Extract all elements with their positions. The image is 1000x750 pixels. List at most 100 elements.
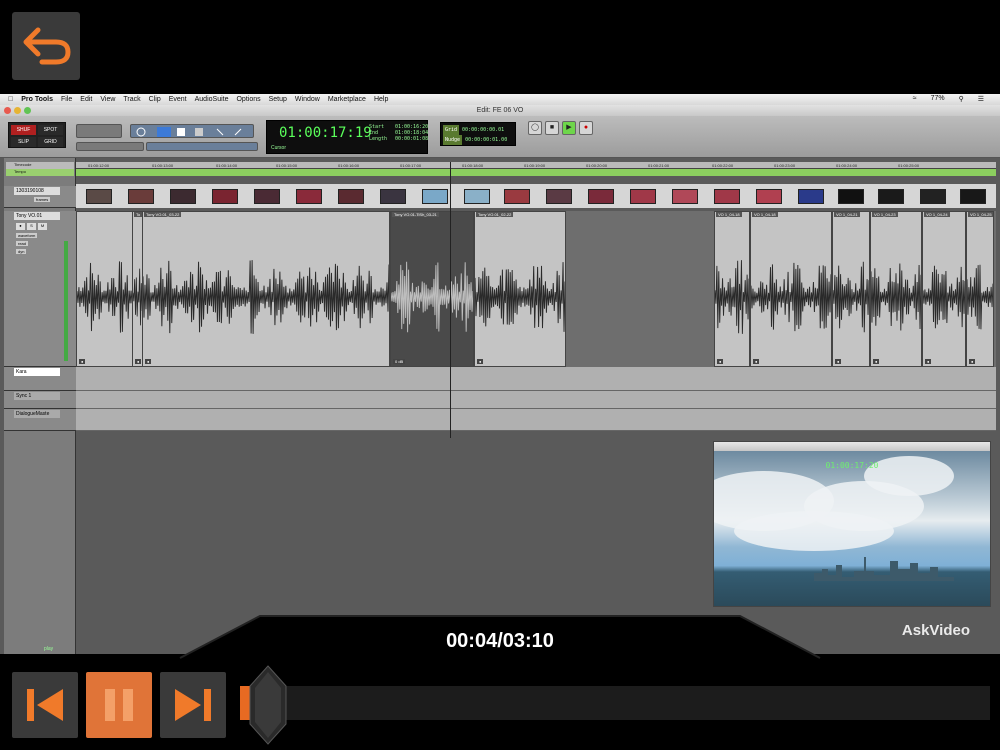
video-window-titlebar[interactable] [714, 442, 990, 451]
mode-grid[interactable]: GRID [38, 137, 63, 147]
grid-value[interactable]: 00:00:00:00.01 [462, 127, 504, 133]
record-button[interactable]: ● [579, 121, 593, 135]
record-enable-icon[interactable]: ● [16, 223, 25, 230]
audio-clip[interactable]: ● [76, 211, 134, 367]
menu-marketplace[interactable]: Marketplace [328, 96, 366, 103]
solo-button[interactable]: S [27, 223, 36, 230]
battery-level[interactable]: 77% [931, 95, 945, 103]
mode-shuffle[interactable]: SHUF [11, 125, 36, 135]
audio-clip[interactable]: VO 1_04-23 ● [870, 211, 922, 367]
audio-track-name[interactable]: Tony VO.01 [14, 212, 60, 220]
menu-event[interactable]: Event [169, 96, 187, 103]
timecode-ruler[interactable]: 01:00:12:00 01:00:13:00 01:00:14:00 01:0… [76, 162, 996, 169]
back-button[interactable] [12, 12, 80, 80]
apple-icon[interactable]:  [8, 96, 13, 103]
audio-clip[interactable]: VO 1_04-24 ● [922, 211, 966, 367]
menu-options[interactable]: Options [236, 96, 260, 103]
wifi-icon[interactable]: ≈ [913, 95, 917, 103]
list-icon[interactable]: ☰ [978, 95, 984, 103]
playback-time: 00:04/03:10 [446, 630, 554, 652]
ruler-tick: 01:00:20:00 [586, 163, 608, 168]
ruler-tick: 01:00:19:00 [524, 163, 546, 168]
video-track-header[interactable]: 1303190108 frames [4, 186, 76, 208]
zoom-presets[interactable] [76, 142, 144, 151]
video-track-name[interactable]: 1303190108 [14, 187, 60, 195]
menu-track[interactable]: Track [123, 96, 140, 103]
tempo-ruler[interactable] [76, 169, 996, 176]
clip-gain[interactable]: ● [873, 359, 880, 364]
dynamics-selector[interactable]: dyn [16, 249, 27, 254]
spotlight-icon[interactable]: ⚲ [959, 95, 964, 103]
track-view-selector[interactable]: waveform [16, 233, 38, 238]
zoom-controls[interactable] [76, 124, 122, 138]
dialogue-track[interactable] [76, 409, 996, 431]
counter-label: Cursor [271, 145, 287, 151]
menu-view[interactable]: View [100, 96, 115, 103]
mute-button[interactable]: M [38, 223, 47, 230]
clip-gain[interactable]: ● [925, 359, 932, 364]
pause-button[interactable] [86, 672, 152, 738]
video-track[interactable] [76, 184, 996, 208]
grid-label[interactable]: Grid [443, 125, 460, 135]
playhead-cursor[interactable] [450, 162, 451, 438]
sync-track-name[interactable]: Sync 1 [14, 392, 60, 400]
audio-clip[interactable]: VO 1_04-18 ● [714, 211, 750, 367]
menu-app[interactable]: Pro Tools [21, 96, 53, 103]
clip-gain[interactable]: ● [753, 359, 760, 364]
audio-clip[interactable]: VO 1_04-18 ● [750, 211, 832, 367]
menu-help[interactable]: Help [374, 96, 388, 103]
video-window[interactable]: 01:00:17:20 [713, 441, 991, 607]
sync-track[interactable] [76, 391, 996, 409]
minimize-icon[interactable] [14, 107, 21, 114]
menu-audiosuite[interactable]: AudioSuite [195, 96, 229, 103]
online-button[interactable]: ◯ [528, 121, 542, 135]
tempo-label: Tempo [6, 169, 74, 176]
kara-track-header[interactable]: Kara [4, 367, 76, 391]
clip-gain[interactable]: 0 dB [393, 359, 406, 364]
audio-clip[interactable]: Tony VO.01-TiSh_03-21 0 dB [390, 211, 474, 367]
audio-track[interactable]: ● To ● Tony VO.01_03-22 ● Tony VO.01-TiSh_03-… [76, 211, 996, 367]
nudge-value[interactable]: 00:00:00:01.00 [465, 137, 507, 143]
next-button[interactable] [160, 672, 226, 738]
counter-value[interactable]: 01:00:17:19 [279, 125, 372, 141]
clip-gain[interactable]: ● [79, 359, 86, 364]
clip-gain[interactable]: ● [135, 359, 142, 364]
sync-track-header[interactable]: Sync 1 [4, 391, 76, 409]
automation-mode[interactable]: read [16, 241, 29, 246]
play-button[interactable]: ▶ [562, 121, 576, 135]
audio-clip[interactable]: VO 1_04-25 ● [966, 211, 994, 367]
dialogue-track-header[interactable]: DialogueMaste [4, 409, 76, 431]
stop-button[interactable]: ■ [545, 121, 559, 135]
zoom-icon[interactable] [24, 107, 31, 114]
mode-spot[interactable]: SPOT [38, 125, 63, 135]
audio-clip[interactable]: Tony VO.01_02-22 ● [474, 211, 566, 367]
close-icon[interactable] [4, 107, 11, 114]
clip-gain[interactable]: ● [145, 359, 152, 364]
edit-tools[interactable] [130, 124, 254, 138]
mode-slip[interactable]: SLIP [11, 137, 36, 147]
main-counter: 01:00:17:19 Cursor Start End Length 01:0… [266, 120, 428, 154]
nudge-label[interactable]: Nudge [443, 135, 463, 145]
kara-track-name[interactable]: Kara [14, 368, 60, 376]
audio-clip[interactable]: Tony VO.01_03-22 ● [142, 211, 390, 367]
progress-handle[interactable] [248, 664, 288, 746]
dialogue-track-name[interactable]: DialogueMaste [14, 410, 60, 418]
audio-track-header[interactable]: Tony VO.01 ● S M waveform read dyn [4, 211, 76, 367]
clip-gain[interactable]: ● [717, 359, 724, 364]
menu-setup[interactable]: Setup [269, 96, 287, 103]
previous-button[interactable] [12, 672, 78, 738]
selection-length[interactable]: 00:00:01:08 [395, 136, 428, 142]
menu-window[interactable]: Window [295, 96, 320, 103]
progress-bar[interactable] [240, 686, 990, 720]
kara-track[interactable] [76, 367, 996, 391]
menu-edit[interactable]: Edit [80, 96, 92, 103]
edit-tool-options[interactable] [146, 142, 258, 151]
clip-gain[interactable]: ● [969, 359, 976, 364]
video-view-mode[interactable]: frames [34, 197, 51, 202]
clip-gain[interactable]: ● [477, 359, 484, 364]
menu-file[interactable]: File [61, 96, 72, 103]
clip-gain[interactable]: ● [835, 359, 842, 364]
audio-clip[interactable]: VO 1_04-21 ● [832, 211, 870, 367]
menu-clip[interactable]: Clip [149, 96, 161, 103]
skip-next-icon [175, 689, 211, 721]
